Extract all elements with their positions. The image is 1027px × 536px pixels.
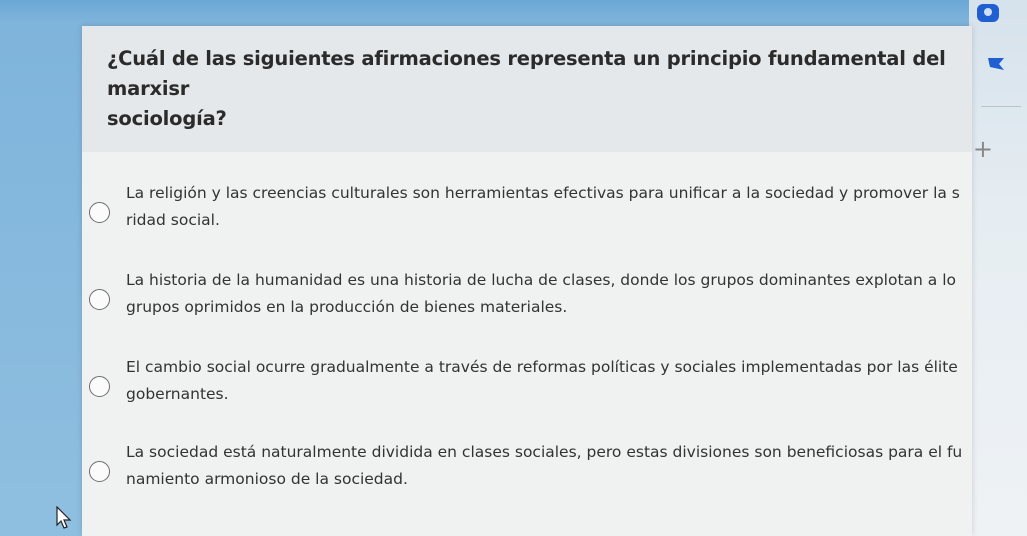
question-text: ¿Cuál de las siguientes afirmaciones rep… [107, 44, 967, 134]
answer-option-2[interactable]: La historia de la humanidad es una histo… [82, 267, 972, 347]
answer-option-4[interactable]: La sociedad está naturalmente dividida e… [82, 439, 972, 519]
question-header: ¿Cuál de las siguientes afirmaciones rep… [82, 26, 972, 152]
radio-button-2[interactable] [89, 289, 110, 310]
toolbar-divider [981, 106, 1021, 107]
option-1-line-1: La religión y las creencias culturales s… [126, 184, 960, 202]
app-icon[interactable] [977, 4, 999, 22]
option-2-line-1: La historia de la humanidad es una histo… [126, 271, 956, 289]
question-line-1: ¿Cuál de las siguientes afirmaciones rep… [107, 47, 946, 100]
option-text-2: La historia de la humanidad es una histo… [126, 267, 966, 321]
radio-button-4[interactable] [89, 461, 110, 482]
option-text-1: La religión y las creencias culturales s… [126, 180, 966, 234]
option-3-line-1: El cambio social ocurre gradualmente a t… [126, 358, 958, 376]
question-card: ¿Cuál de las siguientes afirmaciones rep… [82, 26, 972, 536]
option-1-line-2: ridad social. [126, 211, 220, 229]
mouse-cursor-icon [56, 506, 72, 529]
option-text-3: El cambio social ocurre gradualmente a t… [126, 354, 966, 408]
answer-option-3[interactable]: El cambio social ocurre gradualmente a t… [82, 354, 972, 434]
question-line-2: sociología? [107, 107, 227, 130]
option-3-line-2: gobernantes. [126, 385, 229, 403]
option-4-line-1: La sociedad está naturalmente dividida e… [126, 443, 963, 461]
option-text-4: La sociedad está naturalmente dividida e… [126, 439, 966, 493]
option-2-line-2: grupos oprimidos en la producción de bie… [126, 298, 568, 316]
plus-icon[interactable]: + [973, 137, 993, 161]
answer-option-1[interactable]: La religión y las creencias culturales s… [82, 180, 972, 260]
radio-button-3[interactable] [89, 376, 110, 397]
side-toolbar: + [969, 0, 1027, 536]
radio-button-1[interactable] [89, 202, 110, 223]
flag-icon[interactable] [987, 57, 1005, 71]
option-4-line-2: namiento armonioso de la sociedad. [126, 470, 408, 488]
